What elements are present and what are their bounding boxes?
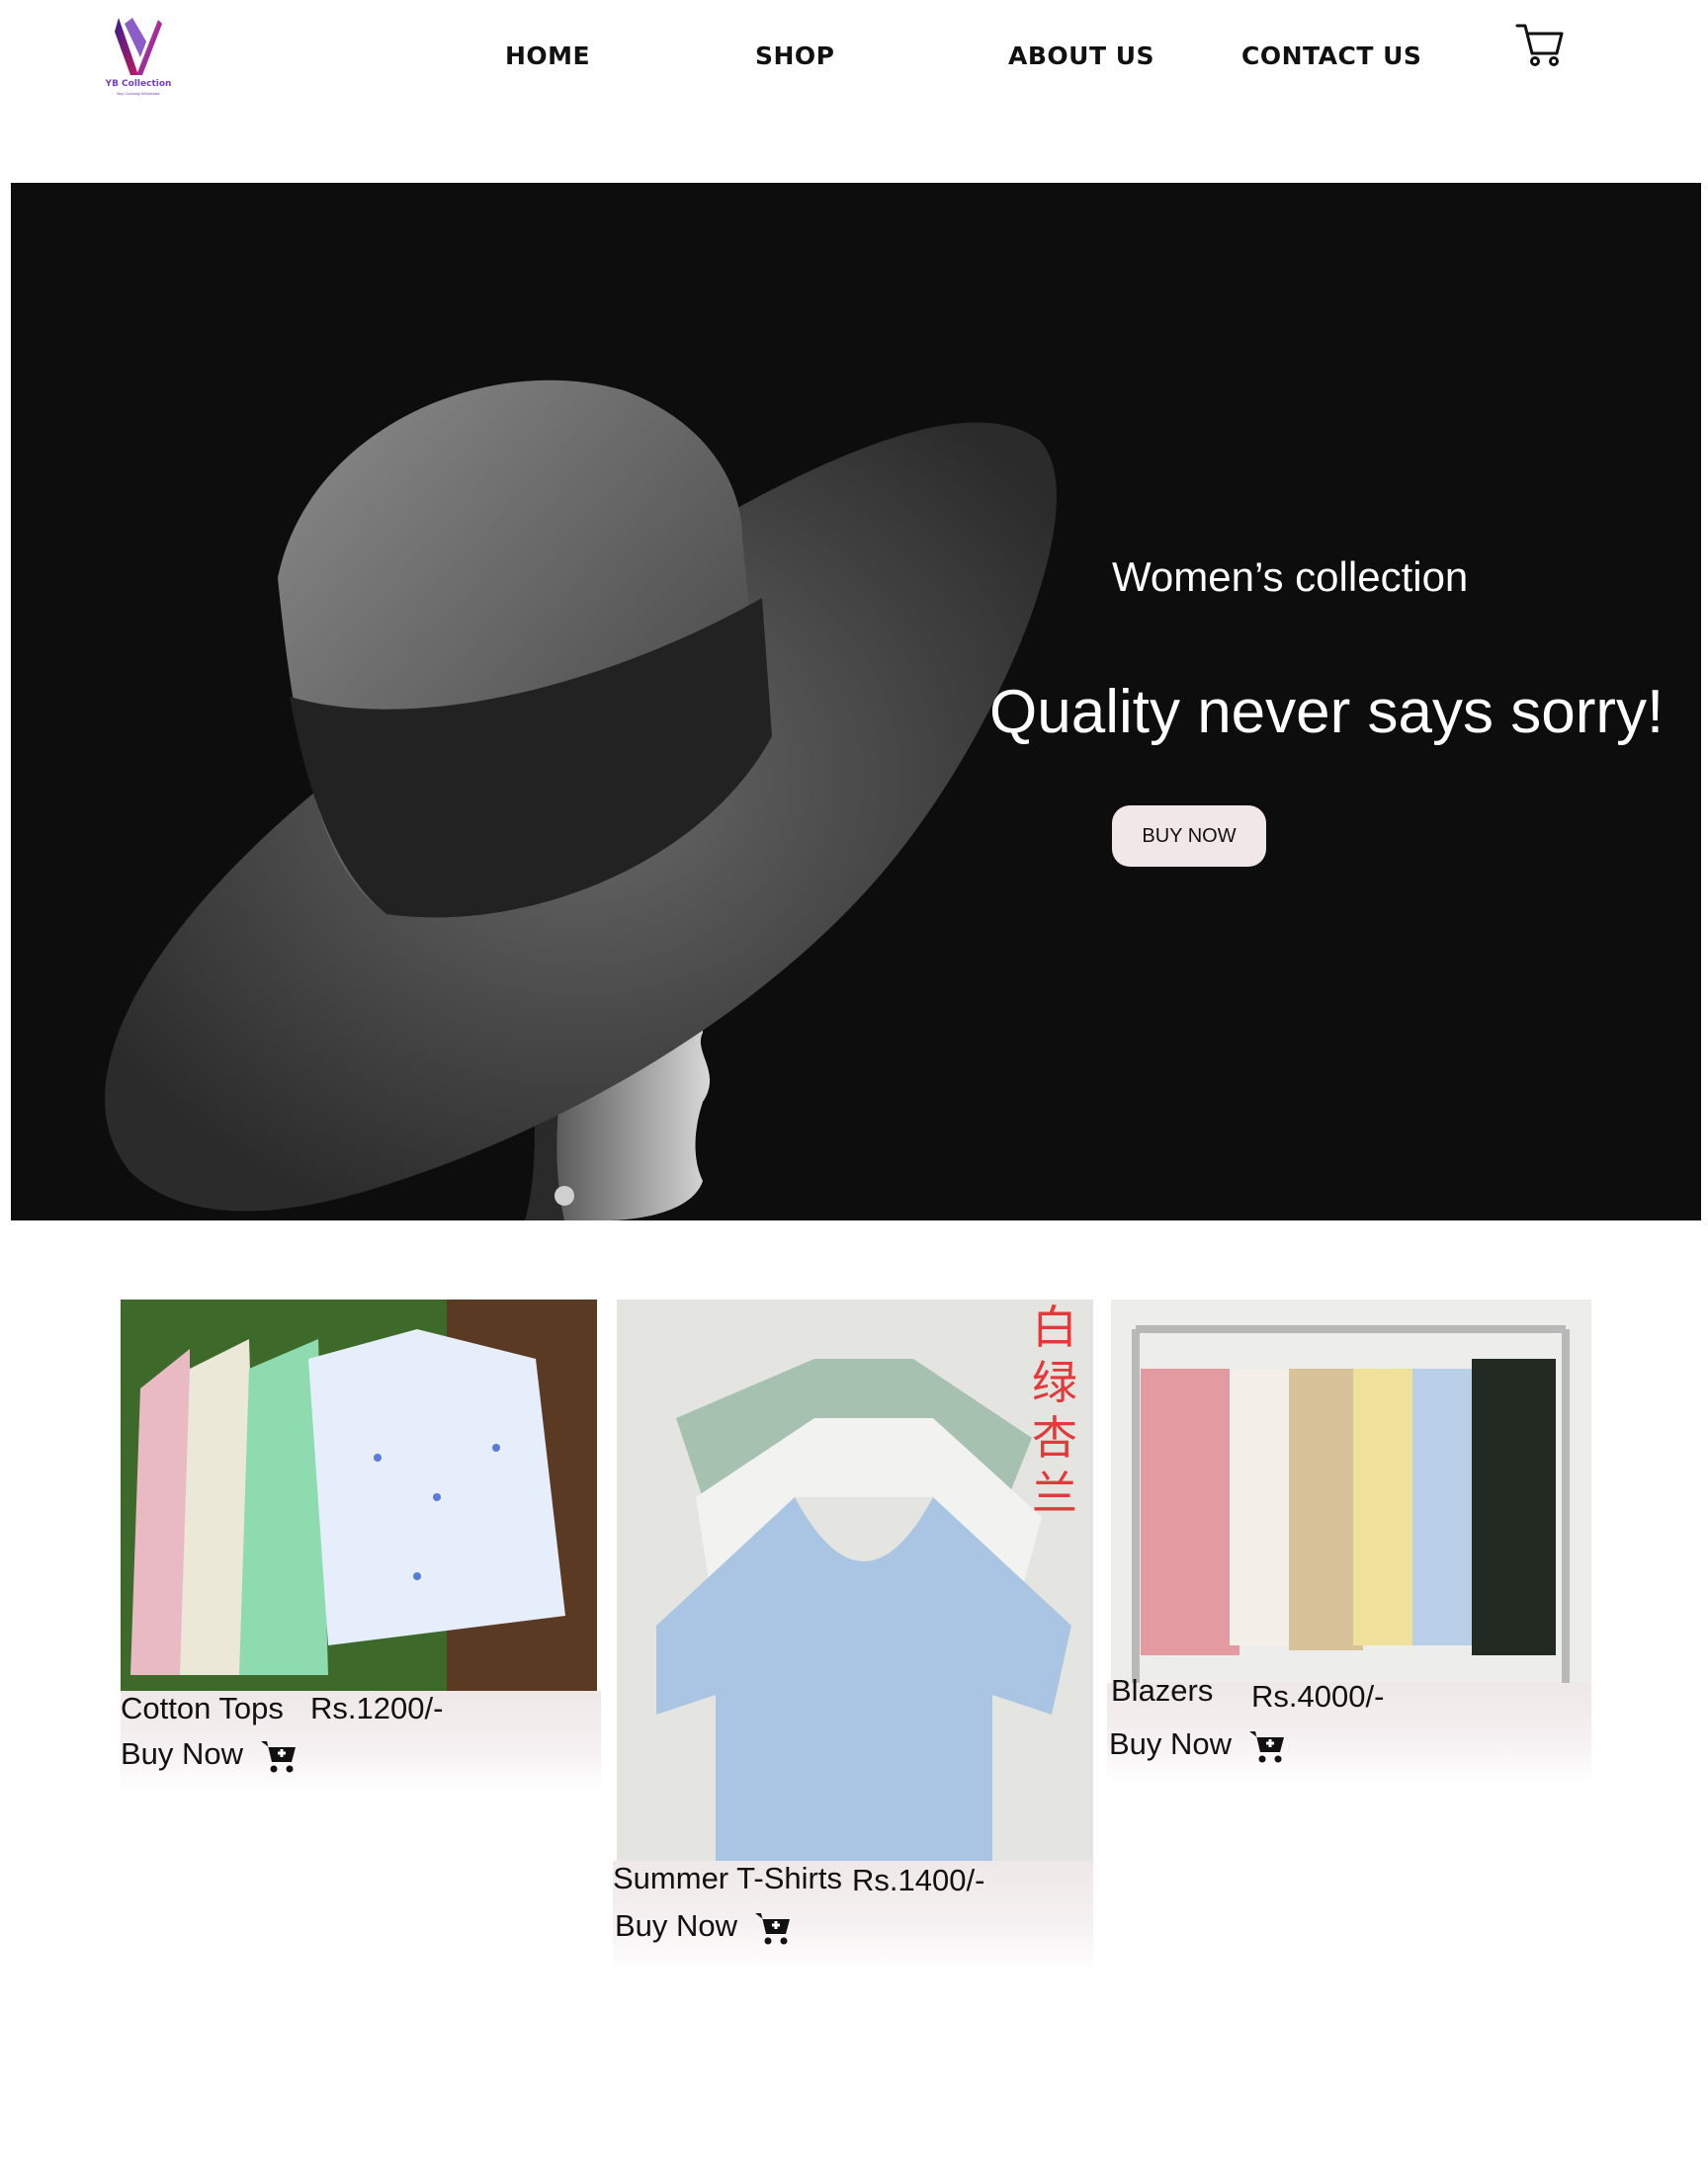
logo-tagline: Buy Curiosity Wholesale [117, 91, 160, 96]
buy-now-link[interactable]: Buy Now [1109, 1726, 1232, 1762]
image-overlay-text: 白绿杏兰 [1032, 1301, 1077, 1520]
product-price: Rs.1200/- [310, 1691, 444, 1725]
hero-buy-now-button[interactable]: BUY NOW [1112, 805, 1266, 867]
shopping-cart-icon[interactable] [1515, 22, 1565, 69]
product-card-blazers: Blazers Rs.4000/- Buy Now [1107, 1300, 1591, 1784]
add-to-cart-icon[interactable] [259, 1738, 299, 1774]
product-price: Rs.4000/- [1251, 1679, 1385, 1714]
hero-headline: Quality never says sorry! [989, 678, 1665, 746]
nav-shop[interactable]: SHOP [755, 42, 835, 70]
product-image[interactable]: 白绿杏兰 [617, 1300, 1093, 1861]
product-image[interactable] [121, 1300, 597, 1691]
product-name: Blazers [1111, 1673, 1214, 1708]
product-name: Summer T-Shirts [613, 1861, 842, 1895]
logo-mark-icon [115, 18, 162, 75]
buy-now-link[interactable]: Buy Now [615, 1908, 737, 1944]
product-card-summer-t-shirts: 白绿杏兰 Summer T-Shirts Rs.1400/- Buy Now [613, 1300, 1093, 1972]
product-price: Rs.1400/- [852, 1863, 985, 1897]
hero-banner: Women’s collection Quality never says so… [11, 183, 1701, 1220]
product-info: Blazers Rs.4000/- Buy Now [1107, 1673, 1591, 1784]
product-info: Summer T-Shirts Rs.1400/- Buy Now [613, 1861, 1093, 1972]
add-to-cart-icon[interactable] [1247, 1728, 1287, 1764]
product-name: Cotton Tops [121, 1691, 284, 1725]
buy-now-link[interactable]: Buy Now [121, 1736, 243, 1772]
nav-home[interactable]: HOME [505, 42, 590, 70]
nav-contact-us[interactable]: CONTACT US [1241, 42, 1421, 70]
hero-image [105, 379, 1057, 1220]
hero-kicker: Women’s collection [1112, 553, 1469, 600]
logo-text: YB Collection [105, 79, 172, 89]
product-image[interactable] [1111, 1300, 1591, 1683]
site-logo[interactable]: YB Collection Buy Curiosity Wholesale [103, 14, 174, 96]
nav-about-us[interactable]: ABOUT US [1008, 42, 1154, 70]
add-to-cart-icon[interactable] [753, 1910, 793, 1946]
product-card-cotton-tops: Cotton Tops Rs.1200/- Buy Now [121, 1300, 601, 1794]
product-info: Cotton Tops Rs.1200/- Buy Now [121, 1691, 601, 1794]
